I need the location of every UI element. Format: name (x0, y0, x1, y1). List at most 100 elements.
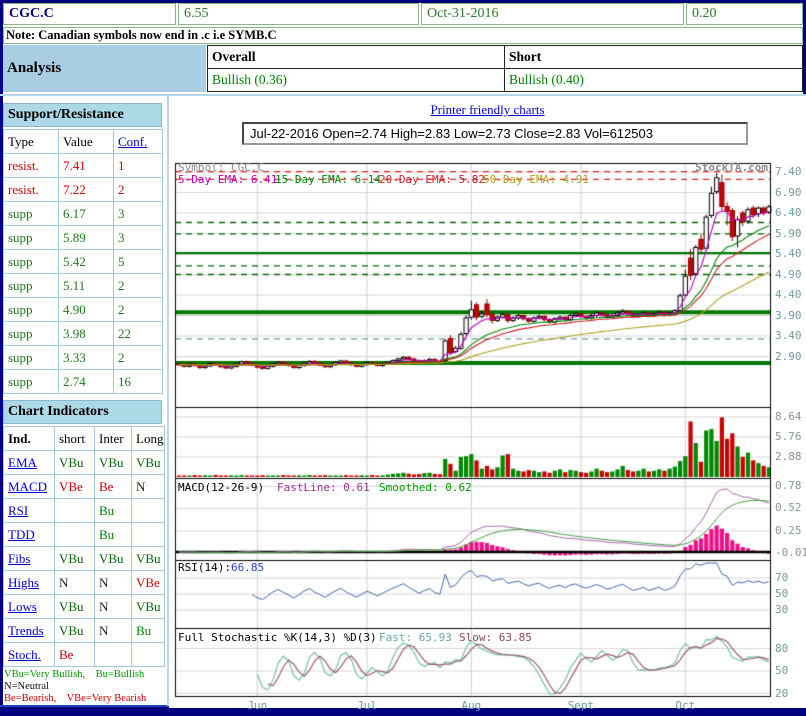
axis-tick: 3.90 (775, 310, 802, 322)
ci-signal-cell: VBu (55, 547, 95, 571)
ci-row: LowsVBuNVBu (4, 595, 165, 619)
sr-type: resist. (4, 154, 59, 178)
ci-signal-cell (132, 643, 165, 667)
indicator-link-fibs[interactable]: Fibs (8, 551, 30, 566)
ci-signal-cell (132, 499, 165, 523)
ci-row: TrendsVBuNBu (4, 619, 165, 643)
axis-tick: 30 (775, 604, 788, 616)
ci-signal-cell: Be (95, 475, 132, 499)
quote-date: Oct-31-2016 (421, 3, 684, 25)
sr-header-conf: Conf. (114, 130, 163, 154)
macd-label: MACD(12-26-9) (178, 482, 264, 494)
axis-tick: 6.40 (775, 207, 802, 219)
stockta-page: CGC.C 6.55 Oct-31-2016 0.20 Note: Canadi… (0, 0, 806, 716)
indicator-link-highs[interactable]: Highs (8, 575, 39, 590)
sr-conf: 3 (114, 226, 163, 250)
sr-conf: 22 (114, 322, 163, 346)
sr-conf: 1 (114, 154, 163, 178)
axis-tick: 2.90 (775, 351, 802, 363)
ci-signal-cell (95, 643, 132, 667)
quote-price: 6.55 (178, 3, 419, 25)
sr-value: 4.90 (59, 298, 114, 322)
legend-bearish: Be=Bearish, VBe=Very Bearish (4, 693, 146, 706)
sr-conf: 2 (114, 298, 163, 322)
indicator-link-trends[interactable]: Trends (8, 623, 44, 638)
sr-type: supp (4, 250, 59, 274)
ci-ind-cell: RSI (4, 499, 55, 523)
ci-row: HighsNNVBe (4, 571, 165, 595)
ci-signal-cell: N (55, 571, 95, 595)
sr-row: resist.7.411 (4, 154, 163, 178)
ci-ind-cell: Lows (4, 595, 55, 619)
axis-tick: Jul (353, 700, 381, 712)
axis-tick: Oct (671, 700, 699, 712)
sr-row: supp6.173 (4, 202, 163, 226)
stoch-slow-label: Slow: 63.85 (459, 632, 532, 644)
axis-tick: 20 (775, 688, 788, 700)
ci-signal-cell: VBu (55, 619, 95, 643)
sr-conf: 5 (114, 250, 163, 274)
indicator-link-ema[interactable]: EMA (8, 455, 37, 470)
ci-signal-cell: VBu (132, 595, 165, 619)
sr-type: supp (4, 298, 59, 322)
sr-value: 2.74 (59, 370, 114, 394)
ci-signal-cell: VBu (132, 451, 165, 475)
sr-header-type: Type (4, 130, 59, 154)
axis-tick: Aug (457, 700, 485, 712)
sr-row: supp4.902 (4, 298, 163, 322)
axis-tick: 0.78 (775, 480, 802, 492)
ema5-legend: 5-Day EMA: 6.41 (178, 174, 277, 186)
ci-signal-cell: N (132, 475, 165, 499)
ci-signal-cell: N (95, 619, 132, 643)
printer-friendly-link[interactable]: Printer friendly charts (430, 102, 544, 117)
legend-bullish: VBu=Very Bullish, Bu=Bullish (4, 669, 144, 682)
analysis-overall-value: Bullish (0.36) (207, 68, 505, 92)
sr-type: supp (4, 322, 59, 346)
ci-ind-cell: Highs (4, 571, 55, 595)
ema15-legend: 15-Day EMA: 6.14 (275, 174, 381, 186)
ci-header-short: short (55, 427, 95, 451)
ci-signal-cell (55, 499, 95, 523)
analysis-short-header: Short (504, 45, 803, 69)
ci-ind-cell: Fibs (4, 547, 55, 571)
analysis-short-value: Bullish (0.40) (504, 68, 803, 92)
ci-signal-cell (55, 523, 95, 547)
stoch-fast-label: Fast: 65.93 (379, 632, 452, 644)
indicator-link-lows[interactable]: Lows (8, 599, 37, 614)
axis-tick: 2.88 (775, 451, 802, 463)
axis-tick: 4.90 (775, 269, 802, 281)
indicator-link-tdd[interactable]: TDD (8, 527, 35, 542)
sr-row: resist.7.222 (4, 178, 163, 202)
ci-signal-cell (132, 523, 165, 547)
stoch-label: Full Stochastic %K(14,3) %D(3) (178, 632, 377, 644)
axis-tick: 8.64 (775, 411, 802, 423)
sr-type: supp (4, 226, 59, 250)
printer-friendly-link-wrap: Printer friendly charts (169, 102, 806, 118)
sr-value: 7.41 (59, 154, 114, 178)
axis-tick: 50 (775, 588, 788, 600)
sr-row: supp5.893 (4, 226, 163, 250)
sr-row: supp5.112 (4, 274, 163, 298)
sr-conf: 3 (114, 202, 163, 226)
quote-change: 0.20 (686, 3, 803, 25)
sr-conf: 2 (114, 274, 163, 298)
ema50-legend: 50-Day EMA: 4.91 (483, 174, 589, 186)
sr-row: supp3.9822 (4, 322, 163, 346)
ci-header-inter: Inter (95, 427, 132, 451)
indicator-link-stoch[interactable]: Stoch. (8, 647, 41, 662)
sr-type: resist. (4, 178, 59, 202)
sr-type: supp (4, 370, 59, 394)
axis-tick: 0.52 (775, 502, 802, 514)
indicator-link-macd[interactable]: MACD (8, 479, 47, 494)
macd-smoothed-label: Smoothed: 0.62 (379, 482, 472, 494)
ci-signal-cell: N (95, 571, 132, 595)
axis-tick: 3.40 (775, 330, 802, 342)
axis-tick: 6.90 (775, 187, 802, 199)
sr-conf: 2 (114, 346, 163, 370)
conf-link[interactable]: Conf. (118, 134, 147, 149)
stock-chart-canvas (169, 148, 806, 708)
ohlc-info-box[interactable]: Jul-22-2016 Open=2.74 High=2.83 Low=2.73… (242, 122, 748, 145)
note-banner: Note: Canadian symbols now end in .c i.e… (3, 27, 803, 44)
indicator-link-rsi[interactable]: RSI (8, 503, 28, 518)
ci-signal-cell: VBu (95, 547, 132, 571)
